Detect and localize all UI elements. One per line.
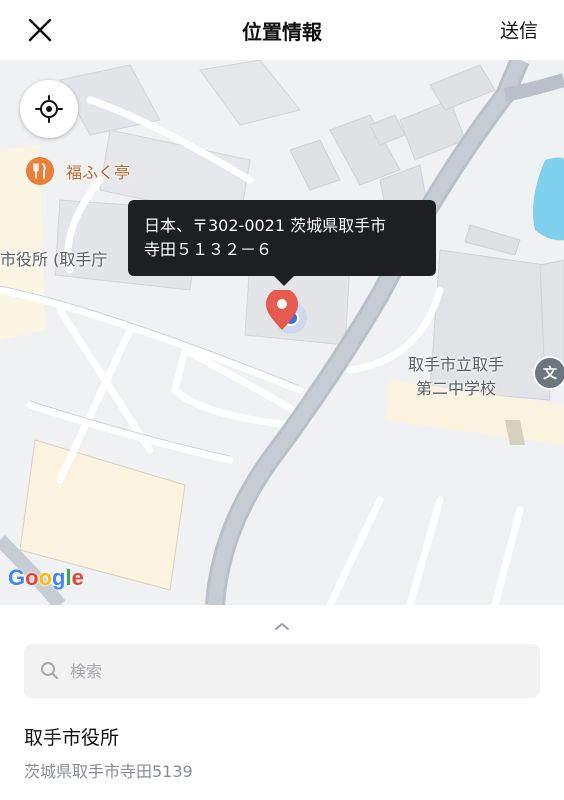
- top-bar: 位置情報 送信: [0, 0, 564, 60]
- google-letter-o1: o: [25, 565, 39, 590]
- callout-line2: 寺田５１３２－６: [144, 240, 273, 259]
- search-icon: [41, 662, 59, 680]
- sheet-handle[interactable]: [272, 617, 292, 636]
- google-attribution: Google: [8, 565, 84, 591]
- callout-line1: 日本、〒302-0021 茨城県取手市: [144, 216, 387, 235]
- search-input[interactable]: [68, 660, 512, 682]
- send-button[interactable]: 送信: [500, 16, 538, 43]
- google-letter-o2: o: [38, 565, 53, 590]
- google-letter-e: e: [71, 565, 84, 590]
- poi-city-hall-label: 市役所 (取手庁: [0, 250, 108, 269]
- poi-school-label: 取手市立取手 第二中学校: [408, 353, 504, 401]
- poi-school-line1: 取手市立取手: [408, 355, 505, 374]
- poi-restaurant-label: 福ふく亭: [66, 163, 131, 182]
- bottom-sheet: 取手市役所 茨城県取手市寺田5139: [0, 605, 564, 800]
- map-pin-icon: [266, 288, 307, 334]
- location-pin[interactable]: [263, 288, 313, 340]
- close-button[interactable]: [22, 12, 58, 48]
- page-title: 位置情報: [242, 20, 322, 44]
- result-address: 茨城県取手市寺田5139: [24, 762, 193, 781]
- close-icon: [28, 18, 52, 42]
- poi-restaurant[interactable]: 福ふく亭: [26, 157, 130, 185]
- locate-button[interactable]: [20, 80, 78, 138]
- google-letter-g: G: [8, 565, 26, 590]
- school-icon[interactable]: 文: [533, 356, 564, 390]
- list-item[interactable]: 取手市役所 茨城県取手市寺田5139: [24, 723, 544, 782]
- search-bar[interactable]: [24, 644, 540, 698]
- poi-school-line2: 第二中学校: [416, 379, 497, 398]
- callout-pointer: [274, 276, 294, 286]
- map-view[interactable]: 福ふく亭 市役所 (取手庁 取手市立取手 第二中学校 文 日本、〒302-002…: [0, 60, 564, 605]
- chevron-up-icon: [275, 623, 289, 630]
- result-name: 取手市役所: [24, 727, 120, 749]
- restaurant-icon: [26, 157, 54, 185]
- address-callout[interactable]: 日本、〒302-0021 茨城県取手市 寺田５１３２－６: [128, 200, 436, 276]
- google-letter-g2: g: [52, 565, 66, 590]
- crosshair-icon: [35, 95, 63, 123]
